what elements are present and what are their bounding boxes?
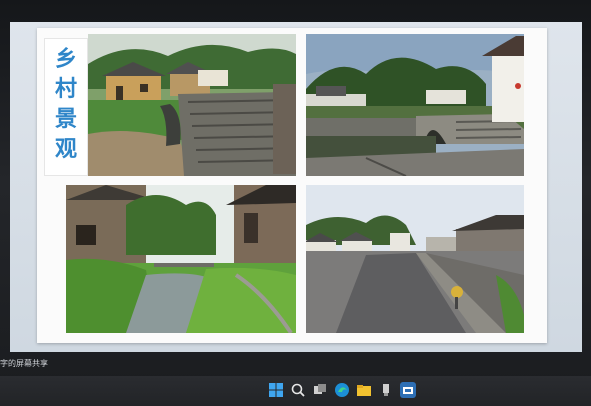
edge-browser-icon[interactable] <box>334 382 350 398</box>
slide-title: 乡 村 景 观 <box>44 38 88 176</box>
title-char-4: 观 <box>54 137 77 162</box>
taskbar <box>0 376 591 406</box>
windows-start-icon[interactable] <box>268 382 284 398</box>
photo-village-stone-steps <box>88 34 296 176</box>
photo-village-road <box>306 185 524 333</box>
usb-icon[interactable] <box>378 382 394 398</box>
search-icon[interactable] <box>290 382 306 398</box>
photo-stone-bridge <box>306 34 524 176</box>
meeting-app-icon[interactable] <box>400 382 416 398</box>
title-char-2: 村 <box>54 77 77 102</box>
task-view-icon[interactable] <box>312 382 328 398</box>
photo-stream-houses <box>66 185 296 333</box>
title-char-1: 乡 <box>54 47 77 72</box>
title-char-3: 景 <box>54 107 77 132</box>
file-explorer-icon[interactable] <box>356 382 372 398</box>
screen-share-label: 字的屏幕共享 <box>0 359 48 368</box>
